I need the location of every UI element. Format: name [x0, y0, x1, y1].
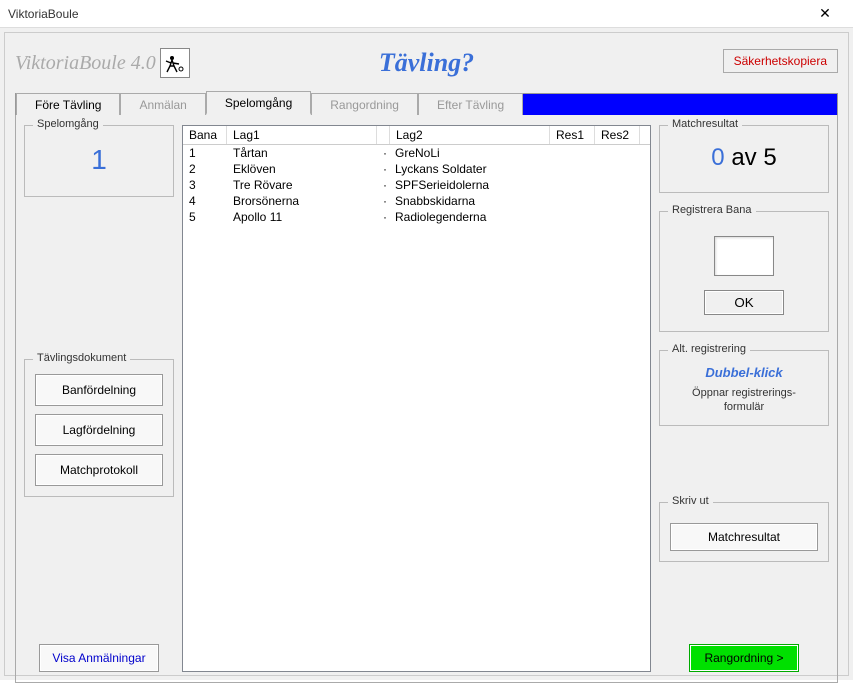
tabbar: Före TävlingAnmälanSpelomgångRangordning… — [15, 93, 838, 115]
window-body: ViktoriaBoule 4.0 Tävling? Säkerhetskopi… — [0, 28, 853, 680]
matchresult-label: Matchresultat — [668, 118, 742, 130]
alt-groupbox: Alt. registrering Dubbel-klick Öppnar re… — [659, 350, 829, 426]
register-input[interactable] — [714, 236, 774, 276]
list-header: Bana Lag1 Lag2 Res1 Res2 — [183, 126, 650, 145]
content-area: Spelomgång 1 Tävlingsdokument Banfördeln… — [15, 115, 838, 683]
ok-button[interactable]: OK — [704, 290, 784, 315]
show-registrations-button[interactable]: Visa Anmälningar — [39, 644, 159, 672]
matchresult-groupbox: Matchresultat 0 av 5 — [659, 125, 829, 193]
alt-subtext: Öppnar registrerings-formulär — [670, 386, 818, 415]
right-column: Matchresultat 0 av 5 Registrera Bana OK … — [659, 125, 829, 672]
match-result-text: 0 av 5 — [670, 140, 818, 182]
tab-anmälan: Anmälan — [120, 93, 205, 115]
docs-groupbox: Tävlingsdokument Banfördelning Lagfördel… — [24, 359, 174, 497]
main-panel: ViktoriaBoule 4.0 Tävling? Säkerhetskopi… — [4, 32, 849, 676]
tab-spelomgång[interactable]: Spelomgång — [206, 91, 311, 115]
print-matchresult-button[interactable]: Matchresultat — [670, 523, 818, 551]
col-bana[interactable]: Bana — [183, 126, 227, 144]
table-row[interactable]: 3Tre Rövare·SPFSerieidolerna — [183, 177, 650, 193]
table-row[interactable]: 5Apollo 11·Radiolegenderna — [183, 209, 650, 225]
ban-button[interactable]: Banfördelning — [35, 374, 163, 406]
app-logo-icon — [160, 48, 190, 78]
col-res2[interactable]: Res2 — [595, 126, 640, 144]
table-row[interactable]: 1Tårtan·GreNoLi — [183, 145, 650, 161]
alt-label: Alt. registrering — [668, 343, 750, 355]
docs-label: Tävlingsdokument — [33, 352, 130, 364]
match-list[interactable]: Bana Lag1 Lag2 Res1 Res2 1Tårtan·GreNoLi… — [182, 125, 651, 672]
backup-button[interactable]: Säkerhetskopiera — [723, 49, 838, 73]
header-row: ViktoriaBoule 4.0 Tävling? Säkerhetskopi… — [15, 39, 838, 87]
app-title: ViktoriaBoule 4.0 — [15, 48, 190, 78]
left-column: Spelomgång 1 Tävlingsdokument Banfördeln… — [24, 125, 174, 672]
col-res1[interactable]: Res1 — [550, 126, 595, 144]
titlebar: ViktoriaBoule ✕ — [0, 0, 853, 28]
center-column: Bana Lag1 Lag2 Res1 Res2 1Tårtan·GreNoLi… — [182, 125, 651, 672]
register-label: Registrera Bana — [668, 204, 756, 216]
round-groupbox: Spelomgång 1 — [24, 125, 174, 197]
alt-text: Dubbel-klick — [670, 365, 818, 380]
rangordning-button[interactable]: Rangordning > — [689, 644, 799, 672]
round-number: 1 — [35, 140, 163, 186]
table-row[interactable]: 2Eklöven·Lyckans Soldater — [183, 161, 650, 177]
window-title: ViktoriaBoule — [8, 7, 79, 21]
page-title: Tävling? — [379, 48, 474, 78]
round-label: Spelomgång — [33, 118, 103, 130]
col-sep — [377, 126, 390, 144]
lag-button[interactable]: Lagfördelning — [35, 414, 163, 446]
tab-efter-tävling: Efter Tävling — [418, 93, 523, 115]
table-row[interactable]: 4Brorsönerna·Snabbskidarna — [183, 193, 650, 209]
match-button[interactable]: Matchprotokoll — [35, 454, 163, 486]
close-icon[interactable]: ✕ — [805, 2, 845, 26]
register-groupbox: Registrera Bana OK — [659, 211, 829, 332]
col-lag1[interactable]: Lag1 — [227, 126, 377, 144]
print-groupbox: Skriv ut Matchresultat — [659, 502, 829, 562]
col-lag2[interactable]: Lag2 — [390, 126, 550, 144]
print-label: Skriv ut — [668, 495, 713, 507]
tab-före-tävling[interactable]: Före Tävling — [16, 93, 120, 115]
tab-rangordning: Rangordning — [311, 93, 418, 115]
